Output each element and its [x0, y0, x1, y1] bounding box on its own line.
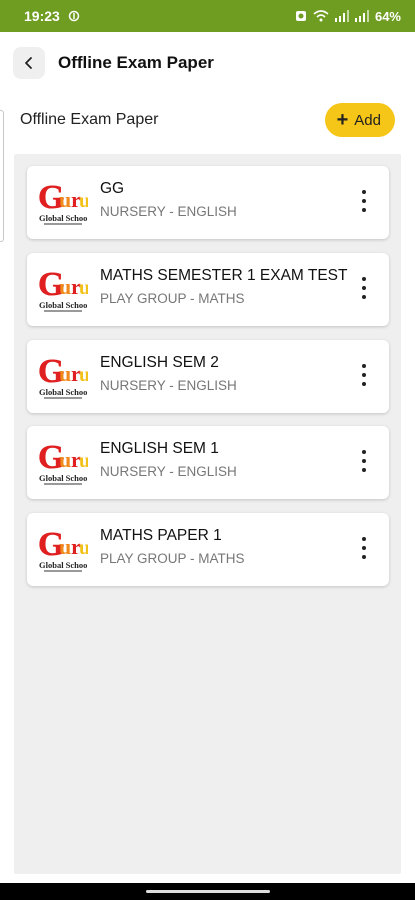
back-button[interactable]	[13, 47, 45, 79]
page-title: Offline Exam Paper	[58, 53, 214, 72]
exam-paper-card[interactable]: G u r u Global Schoo ENGLISH SEM 2 NURSE…	[27, 340, 389, 413]
sync-icon	[68, 10, 80, 22]
paper-title: ENGLISH SEM 2	[100, 354, 219, 371]
card-text: MATHS SEMESTER 1 EXAM TEST PLAY GROUP - …	[100, 267, 347, 306]
exam-paper-list: G u r u Global Schoo GG NURSERY - ENGLIS…	[14, 154, 401, 874]
school-logo: G u r u Global Schoo	[38, 439, 88, 487]
paper-subtitle: NURSERY - ENGLISH	[100, 464, 237, 479]
more-options-icon[interactable]	[359, 364, 369, 386]
svg-text:u: u	[79, 277, 88, 299]
svg-text:u: u	[59, 534, 71, 559]
section-title: Offline Exam Paper	[20, 111, 159, 128]
card-text: MATHS PAPER 1 PLAY GROUP - MATHS	[100, 527, 245, 566]
card-text: ENGLISH SEM 1 NURSERY - ENGLISH	[100, 440, 237, 479]
signal-icon-2	[354, 10, 369, 22]
exam-paper-card[interactable]: G u r u Global Schoo MATHS SEMESTER 1 EX…	[27, 253, 389, 326]
chevron-left-icon	[25, 57, 32, 69]
paper-subtitle: PLAY GROUP - MATHS	[100, 291, 245, 306]
battery-level: 64%	[374, 8, 401, 24]
paper-title: MATHS PAPER 1	[100, 527, 222, 544]
paper-subtitle: NURSERY - ENGLISH	[100, 204, 237, 219]
exam-paper-card[interactable]: G u r u Global Schoo ENGLISH SEM 1 NURSE…	[27, 426, 389, 499]
school-logo: G u r u Global Schoo	[38, 353, 88, 401]
svg-text:u: u	[59, 274, 71, 299]
school-logo: G u r u Global Schoo	[38, 266, 88, 314]
svg-text:u: u	[79, 537, 88, 559]
more-options-icon[interactable]	[359, 537, 369, 559]
paper-title: MATHS SEMESTER 1 EXAM TEST	[100, 267, 348, 284]
svg-text:u: u	[59, 187, 71, 212]
system-nav-bar	[0, 883, 415, 900]
card-text: ENGLISH SEM 2 NURSERY - ENGLISH	[100, 354, 237, 393]
paper-subtitle: NURSERY - ENGLISH	[100, 378, 237, 393]
status-time: 19:23	[24, 8, 60, 24]
exam-paper-card[interactable]: G u r u Global Schoo GG NURSERY - ENGLIS…	[27, 166, 389, 239]
app-bar: Offline Exam Paper	[0, 32, 415, 94]
alarm-icon	[295, 11, 306, 21]
svg-text:u: u	[79, 450, 88, 472]
more-options-icon[interactable]	[359, 277, 369, 299]
svg-text:u: u	[59, 447, 71, 472]
status-bar: 19:23 64%	[0, 0, 415, 32]
more-options-icon[interactable]	[359, 450, 369, 472]
wifi-icon	[313, 10, 329, 22]
add-button-label: Add	[354, 111, 381, 129]
paper-title: GG	[100, 180, 125, 197]
plus-icon: +	[336, 109, 349, 131]
svg-text:u: u	[79, 364, 88, 386]
add-button[interactable]: + Add	[324, 103, 395, 137]
school-logo: G u r u Global Schoo	[38, 179, 88, 227]
card-text: GG NURSERY - ENGLISH	[100, 180, 237, 219]
exam-paper-card[interactable]: G u r u Global Schoo MATHS PAPER 1 PLAY …	[27, 513, 389, 586]
paper-title: ENGLISH SEM 1	[100, 440, 219, 457]
more-options-icon[interactable]	[359, 190, 369, 212]
home-gesture-handle[interactable]	[146, 890, 270, 893]
svg-text:u: u	[79, 190, 88, 212]
signal-icon	[334, 10, 349, 22]
section-header: Offline Exam Paper + Add	[0, 98, 415, 142]
paper-subtitle: PLAY GROUP - MATHS	[100, 551, 245, 566]
school-logo: G u r u Global Schoo	[38, 526, 88, 574]
svg-text:u: u	[59, 361, 71, 386]
